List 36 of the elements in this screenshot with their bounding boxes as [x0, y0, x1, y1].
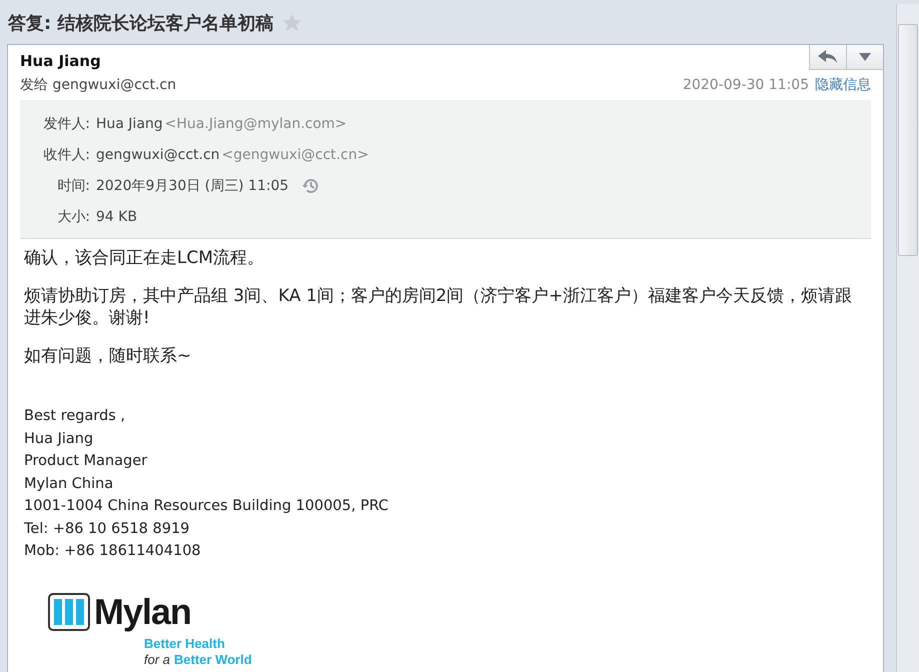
- sender-name: Hua Jiang: [20, 52, 101, 70]
- body-paragraph: 确认，该合同正在走LCM流程。: [24, 247, 266, 270]
- logo-icon: [48, 593, 90, 632]
- detail-label: 时间:: [56, 176, 90, 194]
- reply-button[interactable]: [809, 45, 847, 70]
- logo-tagline: Better Health: [144, 636, 226, 652]
- signature-line: Hua Jiang: [24, 430, 94, 449]
- hide-details-link[interactable]: 隐藏信息: [815, 77, 871, 93]
- signature-line: Mob: +86 18611404108: [24, 542, 202, 562]
- more-button[interactable]: [846, 45, 883, 70]
- detail-value: Hua Jiang: [96, 116, 163, 132]
- logo-tagline: for a: [144, 652, 170, 668]
- signature-line: Product Manager: [24, 452, 148, 472]
- logo-wordmark: Mylan: [94, 590, 192, 634]
- logo-tagline: Better World: [174, 652, 252, 668]
- scrollbar[interactable]: [896, 4, 919, 672]
- signature-line: 1001-1004 China Resources Building 100005, PRC: [24, 497, 390, 516]
- signature-line: Best regards ,: [24, 407, 126, 426]
- detail-label: 发件人:: [42, 114, 90, 132]
- body-paragraph: 烦请协助订房，其中产品组 3间、KA 1间；客户的房间2间（济宁客户+浙江客户）福建客户今天反馈，烦请跟进朱少俊。谢谢!: [24, 285, 853, 330]
- detail-label: 收件人:: [42, 146, 90, 164]
- detail-label: 大小:: [56, 208, 90, 226]
- signature-line: Mylan China: [24, 474, 114, 494]
- body-paragraph: 如有问题，随时联系~: [24, 345, 192, 368]
- caret-icon: [859, 53, 871, 61]
- email-address: <Hua.Jiang@mylan.com>: [164, 116, 347, 132]
- detail-value: 2020年9月30日 (周三) 11:05: [96, 176, 289, 194]
- detail-value: gengwuxi@cct.cn: [96, 146, 220, 162]
- message-date: 2020-09-30 11:05: [682, 77, 809, 93]
- detail-value: 94 KB: [96, 208, 138, 224]
- email-address: <gengwuxi@cct.cn>: [222, 146, 369, 162]
- recipient-line: 发给 gengwuxi@cct.cn: [20, 76, 176, 94]
- scroll-thumb[interactable]: [898, 24, 918, 256]
- email-subject: 答复: 结核院长论坛客户名单初稿: [8, 12, 274, 35]
- signature-line: Tel: +86 10 6518 8919: [24, 520, 191, 539]
- reply-icon: [818, 50, 838, 64]
